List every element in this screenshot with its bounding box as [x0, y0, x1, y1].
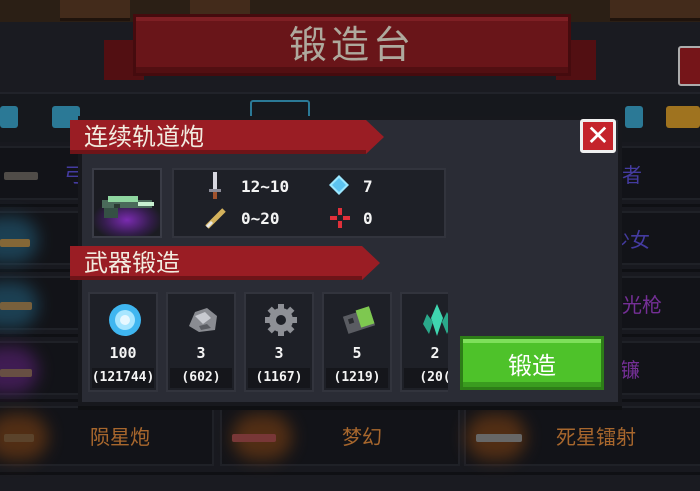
material-owned: (1167): [255, 370, 303, 385]
material-card: 3 (602): [166, 292, 236, 392]
materials-list: 100 (121744) 3 (602) 3 (1167) 5 (1219) 2…: [86, 0, 448, 491]
material-card: 2 (20(: [400, 292, 448, 392]
blue-orb-icon: [109, 304, 141, 336]
material-required: 3: [274, 344, 284, 362]
battery-icon: [342, 306, 376, 334]
material-owned: (1219): [333, 370, 381, 385]
ore-icon: [189, 308, 217, 332]
forge-button-label: 锻造: [508, 351, 556, 380]
material-card: 3 (1167): [244, 292, 314, 392]
material-owned: (121744): [91, 370, 155, 385]
material-card: 5 (1219): [322, 292, 392, 392]
close-button[interactable]: ✕: [580, 119, 616, 153]
forge-button[interactable]: 锻造: [460, 336, 604, 390]
material-card: 100 (121744): [88, 292, 158, 392]
gear-icon: [265, 304, 297, 336]
crystal-icon: [423, 304, 448, 336]
material-required: 5: [352, 344, 362, 362]
material-required: 100: [109, 344, 137, 362]
material-owned: (602): [181, 370, 221, 385]
close-icon: ✕: [586, 119, 610, 152]
material-required: 3: [196, 344, 206, 362]
material-required: 2: [430, 344, 440, 362]
material-owned: (20(: [419, 370, 448, 385]
